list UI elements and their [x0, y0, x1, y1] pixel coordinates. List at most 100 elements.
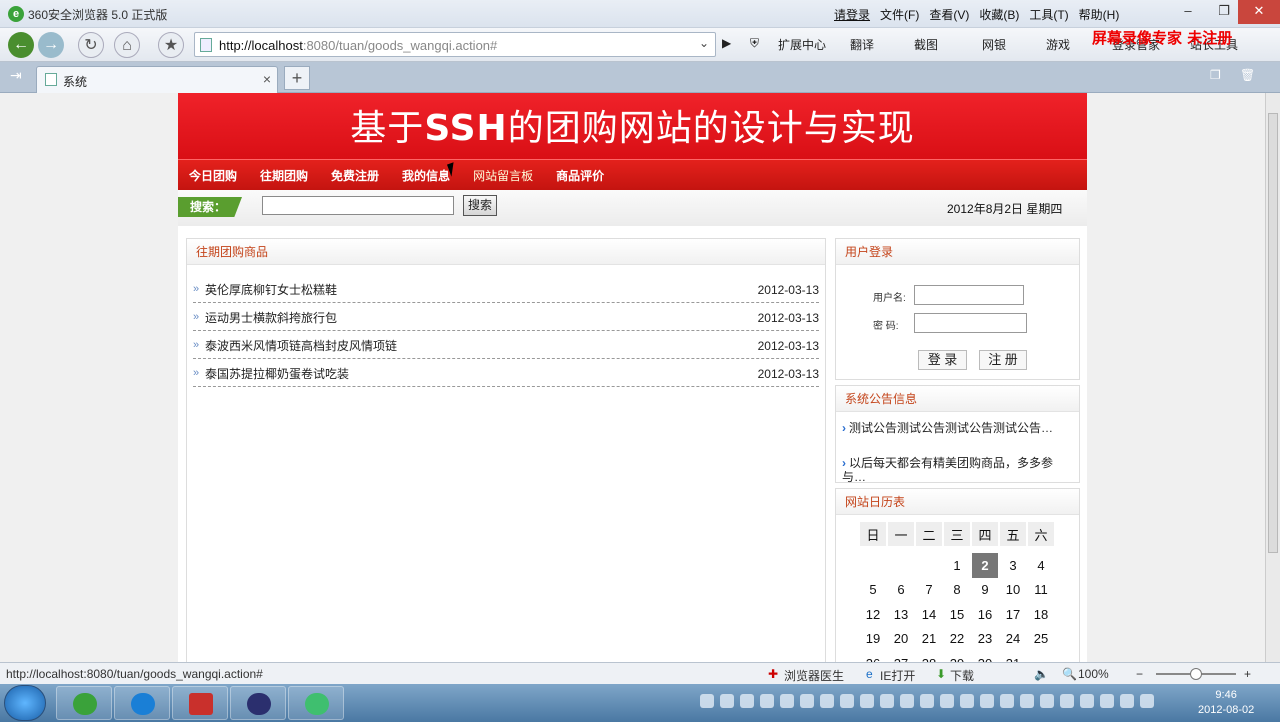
calendar-day[interactable] [860, 553, 886, 578]
calendar-day[interactable]: 26 [860, 651, 886, 662]
calendar-day[interactable]: 3 [1000, 553, 1026, 578]
scrollbar-thumb[interactable] [1268, 113, 1278, 553]
tray-icon[interactable] [1100, 694, 1114, 708]
maximize-button[interactable]: ❐ [1206, 0, 1242, 24]
calendar-day[interactable]: 30 [972, 651, 998, 662]
calendar-day[interactable]: 27 [888, 651, 914, 662]
tray-icon[interactable] [740, 694, 754, 708]
tray-icon[interactable] [1000, 694, 1014, 708]
zoom-level[interactable]: 100% [1078, 667, 1109, 681]
calendar-day[interactable]: 7 [916, 578, 942, 603]
calendar-day[interactable]: 20 [888, 627, 914, 652]
nav-past-deals[interactable]: 往期团购 [260, 167, 308, 184]
back-icon[interactable]: ← [8, 32, 34, 58]
tray-icon[interactable] [780, 694, 794, 708]
calendar-day[interactable]: 12 [860, 602, 886, 627]
calendar-day[interactable]: 8 [944, 578, 970, 603]
tray-icon[interactable] [880, 694, 894, 708]
taskbar-eclipse[interactable] [230, 686, 286, 720]
vertical-scrollbar[interactable] [1265, 93, 1280, 662]
calendar-day[interactable]: 21 [916, 627, 942, 652]
taskbar-app[interactable] [288, 686, 344, 720]
tray-icon[interactable] [840, 694, 854, 708]
calendar-day[interactable]: 19 [860, 627, 886, 652]
calendar-day[interactable]: 22 [944, 627, 970, 652]
tray-icon[interactable] [1080, 694, 1094, 708]
tray-icon[interactable] [700, 694, 714, 708]
nav-message-board[interactable]: 网站留言板 [473, 167, 533, 184]
calendar-day[interactable]: 23 [972, 627, 998, 652]
taskbar-360-browser[interactable] [56, 686, 112, 720]
password-field[interactable] [914, 313, 1027, 333]
calendar-day[interactable]: 25 [1028, 627, 1054, 652]
tray-icon[interactable] [960, 694, 974, 708]
menu-view[interactable]: 查看(V) [929, 6, 969, 23]
calendar-today[interactable]: 2 [972, 553, 998, 578]
calendar-day[interactable]: 1 [944, 553, 970, 578]
search-input[interactable] [262, 196, 454, 215]
taskbar-toolbox[interactable] [172, 686, 228, 720]
taskbar-ie[interactable] [114, 686, 170, 720]
sound-icon[interactable]: 🔈 [1034, 667, 1049, 681]
tray-icon[interactable] [800, 694, 814, 708]
screenshot-button[interactable]: 截图 [914, 36, 938, 53]
zoom-out-icon[interactable]: − [1136, 667, 1143, 681]
tray-icon[interactable] [860, 694, 874, 708]
list-item[interactable]: 泰波西米风情项链高档封皮风情项链2012-03-13 [193, 330, 819, 360]
tray-icon[interactable] [760, 694, 774, 708]
list-item[interactable]: 泰国苏提拉椰奶蛋卷试吃装2012-03-13 [193, 358, 819, 388]
shield-icon[interactable]: ⛨ [750, 36, 759, 51]
translate-button[interactable]: 翻译 [850, 36, 874, 53]
tray-icon[interactable] [1060, 694, 1074, 708]
calendar-day[interactable]: 31 [1000, 651, 1026, 662]
calendar-day[interactable]: 13 [888, 602, 914, 627]
notice-item[interactable]: 以后每天都会有精美团购商品，多多参与… [842, 456, 1070, 484]
close-tab-icon[interactable]: × [263, 71, 271, 87]
calendar-day[interactable] [1028, 651, 1054, 662]
calendar-day[interactable]: 24 [1000, 627, 1026, 652]
browser-doctor-button[interactable]: 浏览器医生 [784, 667, 844, 684]
tab-system[interactable]: 系统 × [36, 66, 278, 93]
start-button[interactable] [4, 685, 46, 721]
calendar-day[interactable] [888, 553, 914, 578]
nav-my-info[interactable]: 我的信息 [402, 167, 450, 184]
zoom-in-icon[interactable]: + [1244, 667, 1251, 681]
tray-icon[interactable] [920, 694, 934, 708]
register-button[interactable]: 注 册 [979, 350, 1027, 370]
list-item[interactable]: 运动男士横款斜挎旅行包2012-03-13 [193, 302, 819, 332]
calendar-day[interactable]: 15 [944, 602, 970, 627]
address-bar[interactable]: http://localhost:8080/tuan/goods_wangqi.… [194, 32, 716, 57]
list-item[interactable]: 英伦厚底柳钉女士松糕鞋2012-03-13 [193, 274, 819, 304]
refresh-icon[interactable]: ↻ [78, 32, 104, 58]
restore-tabs-icon[interactable]: ❐ [1210, 68, 1221, 82]
username-field[interactable] [914, 285, 1024, 305]
notice-item[interactable]: 测试公告测试公告测试公告测试公告… [842, 421, 1070, 435]
close-window-button[interactable]: ✕ [1238, 0, 1280, 24]
calendar-day[interactable]: 9 [972, 578, 998, 603]
games-button[interactable]: 游戏 [1046, 36, 1070, 53]
calendar-day[interactable]: 29 [944, 651, 970, 662]
address-url[interactable]: http://localhost:8080/tuan/goods_wangqi.… [219, 38, 497, 53]
tray-icon[interactable] [1140, 694, 1154, 708]
menu-tools[interactable]: 工具(T) [1029, 6, 1068, 23]
tray-icon[interactable] [1040, 694, 1054, 708]
go-icon[interactable]: ▶ [722, 36, 731, 50]
zoom-slider-handle[interactable] [1190, 668, 1202, 680]
new-tab-button[interactable]: + [284, 66, 310, 90]
nav-register[interactable]: 免费注册 [331, 167, 379, 184]
nav-today-deals[interactable]: 今日团购 [189, 167, 237, 184]
tray-icon[interactable] [1020, 694, 1034, 708]
tray-icon[interactable] [1120, 694, 1134, 708]
tray-icon[interactable] [980, 694, 994, 708]
tray-icon[interactable] [900, 694, 914, 708]
calendar-day[interactable]: 14 [916, 602, 942, 627]
calendar-day[interactable]: 6 [888, 578, 914, 603]
forward-icon[interactable]: → [38, 32, 64, 58]
calendar-day[interactable]: 10 [1000, 578, 1026, 603]
tray-icon[interactable] [720, 694, 734, 708]
calendar-day[interactable]: 28 [916, 651, 942, 662]
address-dropdown-icon[interactable]: ⌄ [699, 36, 709, 50]
calendar-day[interactable] [916, 553, 942, 578]
calendar-day[interactable]: 11 [1028, 578, 1054, 603]
calendar-day[interactable]: 18 [1028, 602, 1054, 627]
